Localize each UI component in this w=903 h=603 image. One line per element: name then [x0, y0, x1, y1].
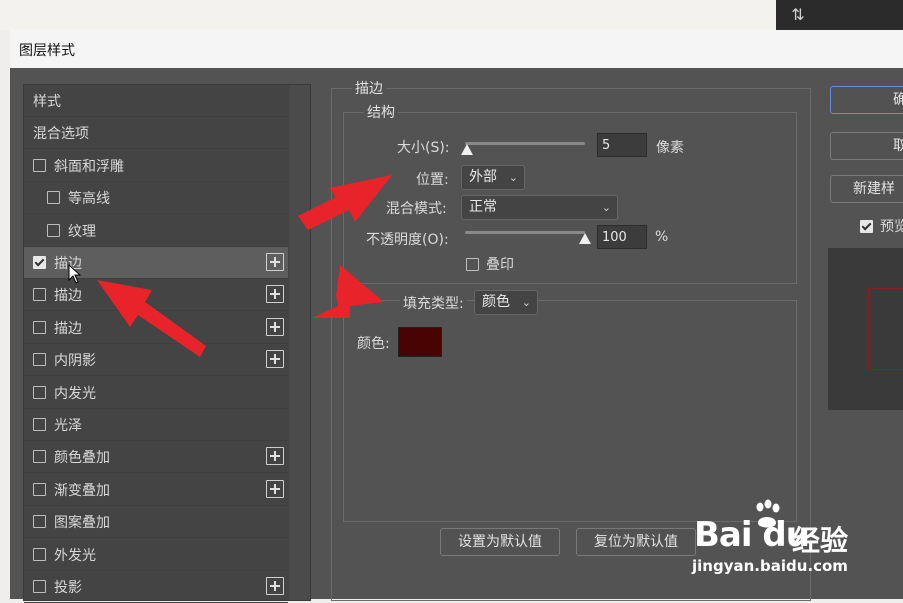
red-arrow-position — [298, 175, 392, 230]
red-arrow-list — [97, 280, 206, 357]
mouse-cursor-icon — [68, 264, 82, 284]
baidu-watermark: Bai du 经验 jingyan.baidu.com — [688, 497, 900, 583]
watermark-cn: 经验 — [792, 524, 849, 557]
watermark-url: jingyan.baidu.com — [692, 557, 848, 575]
baidu-paw-icon — [756, 499, 780, 528]
red-arrow-fill — [312, 265, 384, 318]
